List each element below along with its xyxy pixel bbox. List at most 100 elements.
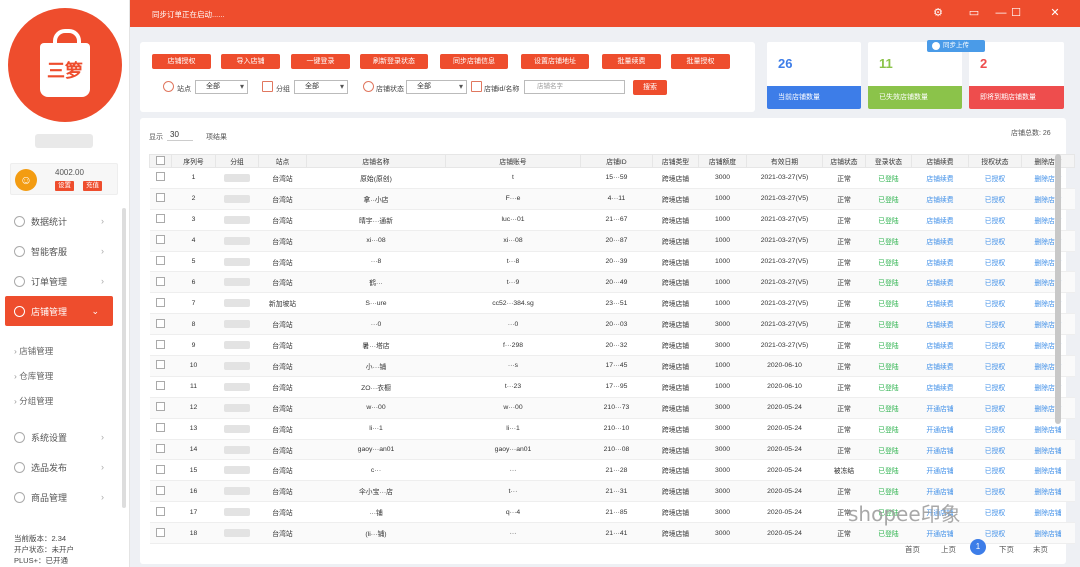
- row-select-cell[interactable]: [149, 230, 172, 252]
- cell-login[interactable]: 已登陆: [865, 167, 912, 189]
- settings-button[interactable]: 设置: [55, 181, 74, 191]
- row-checkbox[interactable]: [156, 506, 165, 516]
- minimize-small-icon[interactable]: ▭: [966, 5, 982, 21]
- page-size-select[interactable]: 30: [167, 128, 193, 141]
- row-checkbox[interactable]: [156, 381, 165, 391]
- row-checkbox[interactable]: [156, 444, 165, 454]
- sidebar-item-2[interactable]: 订单管理 ›: [0, 266, 118, 296]
- cell-auth[interactable]: 已授权: [968, 167, 1022, 189]
- last-page-link[interactable]: 末页: [1033, 544, 1048, 555]
- sidebar-item-3[interactable]: 店铺管理 ⌄: [5, 296, 113, 326]
- cell-login[interactable]: 已登陆: [865, 439, 912, 461]
- submenu-item-1[interactable]: 仓库管理: [0, 364, 118, 389]
- toolbar-button-1[interactable]: 导入店铺: [221, 54, 280, 69]
- row-select-cell[interactable]: [149, 292, 172, 315]
- cell-auth[interactable]: 已授权: [968, 188, 1022, 210]
- first-page-link[interactable]: 首页: [905, 544, 920, 555]
- row-select-cell[interactable]: [149, 397, 172, 419]
- row-checkbox[interactable]: [156, 527, 165, 537]
- row-checkbox[interactable]: [156, 360, 165, 370]
- cell-renew-text[interactable]: 开通店铺: [926, 427, 953, 434]
- cell-login[interactable]: 已登陆: [865, 292, 912, 315]
- cell-login-text[interactable]: 已登陆: [878, 260, 898, 267]
- cell-auth-text[interactable]: 已授权: [985, 260, 1005, 267]
- cell-auth[interactable]: 已授权: [968, 501, 1022, 524]
- cell-auth-text[interactable]: 已授权: [985, 427, 1005, 434]
- cell-auth-text[interactable]: 已授权: [985, 406, 1005, 413]
- toolbar-button-2[interactable]: 一键登录: [291, 54, 350, 69]
- cell-login-text[interactable]: 已登陆: [878, 448, 898, 455]
- cell-del-text[interactable]: 删除店铺: [1034, 448, 1061, 455]
- cell-renew-text[interactable]: 店铺续费: [926, 176, 953, 183]
- cell-login-text[interactable]: 已登陆: [878, 218, 898, 225]
- row-select-cell[interactable]: [149, 522, 172, 545]
- cell-del[interactable]: 删除店铺: [1021, 397, 1075, 419]
- current-page[interactable]: 1: [970, 539, 986, 555]
- toolbar-button-3[interactable]: 刷新登录状态: [360, 54, 428, 69]
- cell-renew[interactable]: 开通店铺: [911, 459, 969, 482]
- cell-auth-text[interactable]: 已授权: [985, 468, 1005, 475]
- cell-del-text[interactable]: 删除店铺: [1034, 531, 1061, 538]
- cell-auth[interactable]: 已授权: [968, 251, 1022, 273]
- cell-renew-text[interactable]: 店铺续费: [926, 364, 953, 371]
- cell-login-text[interactable]: 已登陆: [878, 239, 898, 246]
- cell-del-text[interactable]: 删除店铺: [1034, 489, 1061, 496]
- cell-login-text[interactable]: 已登陆: [878, 468, 898, 475]
- cell-renew-text[interactable]: 店铺续费: [926, 343, 953, 350]
- cell-renew-text[interactable]: 店铺续费: [926, 385, 953, 392]
- stat-card-0[interactable]: 26 当前店铺数量: [767, 42, 861, 109]
- row-select-cell[interactable]: [149, 376, 172, 398]
- group-select[interactable]: 全部: [294, 80, 348, 94]
- cell-renew-text[interactable]: 店铺续费: [926, 301, 953, 308]
- stat-card-2[interactable]: 2 即将到期店铺数量: [969, 42, 1064, 109]
- cell-del[interactable]: 删除店铺: [1021, 334, 1075, 357]
- toolbar-button-6[interactable]: 批量续费: [602, 54, 661, 69]
- maximize-icon[interactable]: ☐: [1008, 5, 1024, 21]
- cell-del[interactable]: 删除店铺: [1021, 439, 1075, 461]
- row-select-cell[interactable]: [149, 480, 172, 503]
- cell-auth[interactable]: 已授权: [968, 376, 1022, 398]
- cell-login[interactable]: 已登陆: [865, 188, 912, 210]
- cell-renew-text[interactable]: 店铺续费: [926, 260, 953, 267]
- cell-renew[interactable]: 店铺续费: [911, 334, 969, 357]
- cell-renew[interactable]: 店铺续费: [911, 230, 969, 252]
- row-select-cell[interactable]: [149, 251, 172, 273]
- cell-auth[interactable]: 已授权: [968, 439, 1022, 461]
- cell-auth-text[interactable]: 已授权: [985, 280, 1005, 287]
- cell-auth-text[interactable]: 已授权: [985, 364, 1005, 371]
- submenu-item-2[interactable]: 分组管理: [0, 389, 118, 414]
- cell-renew[interactable]: 店铺续费: [911, 209, 969, 231]
- cell-login[interactable]: 已登陆: [865, 334, 912, 357]
- row-checkbox[interactable]: [156, 339, 165, 349]
- cell-login[interactable]: 已登陆: [865, 397, 912, 419]
- prev-page-link[interactable]: 上页: [941, 544, 956, 555]
- cell-renew-text[interactable]: 店铺续费: [926, 218, 953, 225]
- cell-login-text[interactable]: 已登陆: [878, 531, 898, 538]
- cell-auth[interactable]: 已授权: [968, 397, 1022, 419]
- cell-del[interactable]: 删除店铺: [1021, 355, 1075, 377]
- cell-auth[interactable]: 已授权: [968, 334, 1022, 357]
- cell-login-text[interactable]: 已登陆: [878, 280, 898, 287]
- cell-del[interactable]: 删除店铺: [1021, 501, 1075, 524]
- cell-auth-text[interactable]: 已授权: [985, 510, 1005, 517]
- sidebar-item-0[interactable]: 数据统计 ›: [0, 206, 118, 236]
- row-checkbox[interactable]: [156, 464, 165, 474]
- sync-upload-button[interactable]: 同步上传: [927, 40, 985, 52]
- cell-auth-text[interactable]: 已授权: [985, 322, 1005, 329]
- cell-renew[interactable]: 开通店铺: [911, 418, 969, 440]
- row-select-cell[interactable]: [149, 188, 172, 210]
- row-select-cell[interactable]: [149, 501, 172, 524]
- stat-card-1[interactable]: 11 已失效店铺数量: [868, 42, 962, 109]
- cell-renew-text[interactable]: 开通店铺: [926, 448, 953, 455]
- cell-login[interactable]: 已登陆: [865, 313, 912, 336]
- toolbar-button-4[interactable]: 同步店铺信息: [440, 54, 508, 69]
- cell-renew-text[interactable]: 店铺续费: [926, 322, 953, 329]
- row-checkbox[interactable]: [156, 318, 165, 328]
- cell-auth-text[interactable]: 已授权: [985, 448, 1005, 455]
- cell-renew[interactable]: 店铺续费: [911, 292, 969, 315]
- sidebar-item-1[interactable]: 智能客服 ›: [0, 236, 118, 266]
- row-checkbox[interactable]: [156, 485, 165, 495]
- cell-login[interactable]: 已登陆: [865, 209, 912, 231]
- cell-login[interactable]: 已登陆: [865, 418, 912, 440]
- cell-del[interactable]: 删除店铺: [1021, 376, 1075, 398]
